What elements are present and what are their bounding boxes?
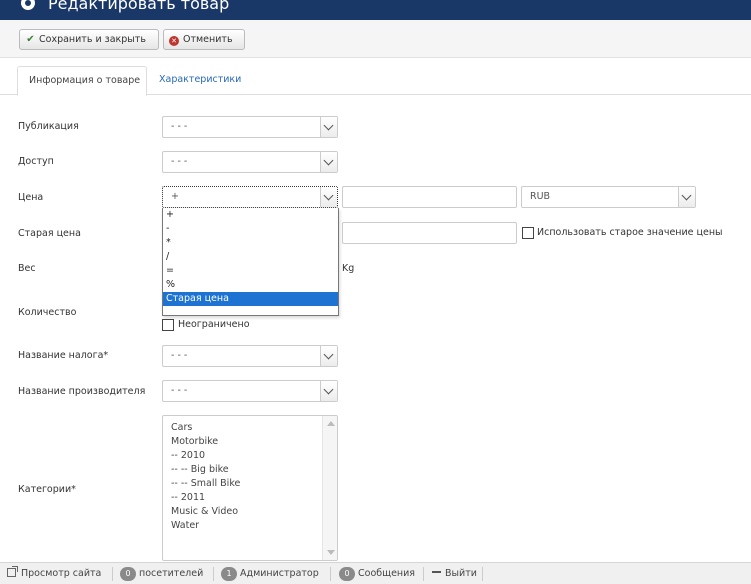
manufacturer-select[interactable]: - - - (162, 380, 338, 402)
divider (213, 567, 214, 581)
unlimited-checkbox[interactable] (162, 319, 174, 331)
chevron-down-icon (678, 187, 695, 207)
manufacturer-label: Название производителя (18, 386, 146, 397)
divider (330, 567, 331, 581)
cancel-button[interactable]: ✕ Отменить (163, 29, 245, 50)
price-modifier-select[interactable]: + (162, 186, 338, 208)
visitors-count-badge: 0 (120, 567, 136, 581)
tab-characteristics[interactable]: Характеристики (148, 66, 252, 95)
use-old-price-label: Использовать старое значение цены (537, 227, 723, 238)
categories-listbox[interactable]: Cars Motorbike -- 2010 -- -- Big bike --… (162, 415, 338, 561)
categories-scrollbar[interactable] (322, 416, 337, 560)
dropdown-option[interactable]: / (163, 250, 338, 264)
messages-link[interactable]: 0 Сообщения (339, 563, 415, 584)
checkmark-icon: ✔ (26, 34, 35, 45)
admins-label: Администратор (240, 568, 319, 579)
dropdown-option[interactable]: * (163, 236, 338, 250)
view-site-link[interactable]: Просмотр сайта (7, 563, 101, 584)
list-item[interactable]: -- 2011 (171, 491, 240, 505)
dropdown-option[interactable]: % (163, 278, 338, 292)
save-and-close-label: Сохранить и закрыть (39, 34, 146, 45)
scroll-up-icon[interactable] (327, 421, 335, 426)
categories-label: Категории* (18, 484, 76, 495)
manufacturer-value: - - - (171, 385, 188, 396)
messages-label: Сообщения (358, 568, 416, 579)
publish-value: - - - (171, 121, 188, 132)
list-item[interactable]: Cars (171, 421, 240, 435)
toolbar: ✔ Сохранить и закрыть ✕ Отменить (0, 20, 751, 58)
old-price-input[interactable] (342, 222, 517, 244)
visitors-status: 0 посетителей (120, 563, 203, 584)
list-item[interactable]: -- -- Big bike (171, 463, 240, 477)
weight-unit: Kg (342, 263, 355, 274)
minus-icon (432, 571, 441, 573)
quantity-label: Количество (18, 307, 77, 318)
chevron-down-icon (320, 346, 337, 366)
messages-count-badge: 0 (339, 567, 355, 581)
logout-link[interactable]: Выйти (432, 563, 477, 584)
access-value: - - - (171, 156, 188, 167)
external-link-icon (7, 566, 18, 577)
price-label: Цена (18, 192, 44, 203)
chevron-down-icon (320, 381, 337, 401)
list-item[interactable]: Music & Video (171, 505, 240, 519)
publish-select[interactable]: - - - (162, 116, 338, 138)
admins-count-badge: 1 (221, 567, 237, 581)
tax-value: - - - (171, 350, 188, 361)
dropdown-option-selected[interactable]: Старая цена (163, 292, 338, 306)
access-label: Доступ (18, 156, 54, 167)
publish-label: Публикация (18, 121, 79, 132)
logout-label: Выйти (445, 568, 477, 579)
price-modifier-value: + (171, 191, 179, 202)
cancel-label: Отменить (183, 34, 233, 45)
list-item[interactable]: Motorbike (171, 435, 240, 449)
price-modifier-dropdown[interactable]: + - * / = % Старая цена (162, 208, 339, 316)
currency-select[interactable]: RUB (521, 186, 696, 208)
old-price-label: Старая цена (18, 228, 81, 239)
tab-bar: Информация о товаре Характеристики (0, 66, 751, 96)
save-and-close-button[interactable]: ✔ Сохранить и закрыть (19, 29, 159, 50)
scroll-down-icon[interactable] (327, 550, 335, 555)
price-input[interactable] (342, 186, 517, 208)
currency-value: RUB (530, 191, 551, 202)
page-header: Редактировать товар (0, 0, 751, 20)
chevron-down-icon (320, 117, 337, 137)
access-select[interactable]: - - - (162, 151, 338, 173)
unlimited-label: Неограничено (178, 319, 250, 330)
chevron-down-icon (320, 187, 337, 207)
divider (482, 567, 483, 581)
admins-status: 1 Администратор (221, 563, 319, 584)
use-old-price-checkbox[interactable] (522, 227, 534, 239)
divider (423, 567, 424, 581)
tab-product-info[interactable]: Информация о товаре (17, 66, 147, 96)
weight-label: Вес (18, 263, 36, 274)
edit-icon (21, 0, 35, 10)
cancel-icon: ✕ (169, 36, 179, 46)
dropdown-option[interactable]: = (163, 264, 338, 278)
visitors-label: посетителей (139, 568, 204, 579)
dropdown-option[interactable]: - (163, 222, 338, 236)
page-title: Редактировать товар (48, 0, 230, 13)
status-bar: Просмотр сайта 0 посетителей 1 Администрат… (0, 562, 751, 584)
list-item[interactable]: -- 2010 (171, 449, 240, 463)
list-item[interactable]: Water (171, 519, 240, 533)
divider (112, 567, 113, 581)
chevron-down-icon (320, 152, 337, 172)
view-site-label: Просмотр сайта (21, 568, 102, 579)
categories-items: Cars Motorbike -- 2010 -- -- Big bike --… (171, 421, 240, 533)
tax-label: Название налога* (18, 350, 109, 361)
tax-select[interactable]: - - - (162, 345, 338, 367)
list-item[interactable]: -- -- Small Bike (171, 477, 240, 491)
dropdown-option[interactable]: + (163, 208, 338, 222)
